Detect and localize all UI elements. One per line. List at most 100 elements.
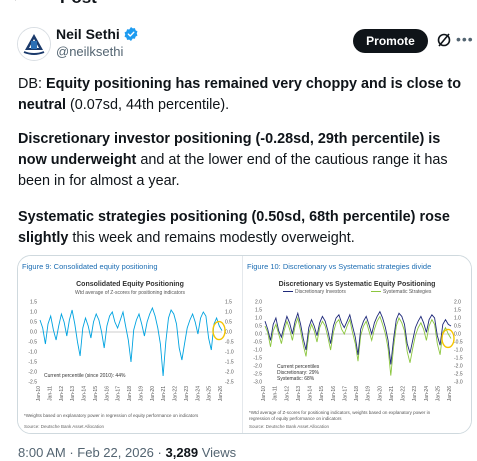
chart-title: Consolidated Equity Positioning <box>76 281 184 288</box>
x-tick-label: Jan-21 <box>161 386 167 402</box>
chart-annotation: Current percentile (since 2010): 44% <box>44 373 126 379</box>
meta-separator: · <box>69 445 74 460</box>
post-text: (0.07sd, 44th percentile). <box>65 97 230 113</box>
avatar-logo-icon <box>18 28 50 60</box>
y-tick-label-left: -1.5 <box>28 360 37 366</box>
series-line <box>39 306 223 377</box>
x-tick-label: Jan-20 <box>150 386 156 402</box>
post-paragraph-3: Systematic strategies positioning (0.50s… <box>18 207 463 249</box>
post-text: this week and remains modestly overweigh… <box>68 230 355 246</box>
post-date[interactable]: Feb 22, 2026 <box>77 445 154 460</box>
x-tick-label: Jan-12 <box>284 386 290 402</box>
figure-label: Figure 9: Consolidated equity positionin… <box>22 262 158 271</box>
x-tick-label: Jan-10 <box>261 386 267 402</box>
chart-title: Discretionary vs Systematic Equity Posit… <box>278 281 436 288</box>
y-tick-label-left: 0.5 <box>30 320 37 326</box>
y-tick-label-right: -2.5 <box>454 372 463 378</box>
x-tick-label: Jan-14 <box>82 386 88 402</box>
x-tick-label: Jan-18 <box>354 386 360 402</box>
chart-source: Source: Deutsche Bank Asset Allocation <box>24 424 105 429</box>
y-tick-label-left: -1.0 <box>253 348 262 354</box>
y-tick-label-right: 1.0 <box>454 316 461 322</box>
chart-figure-10[interactable]: Figure 10: Discretionary vs Systematic s… <box>243 256 471 433</box>
y-tick-label-right: -2.0 <box>454 364 463 370</box>
x-tick-label: Jan-11 <box>273 386 279 401</box>
y-tick-label-right: -3.0 <box>454 380 463 386</box>
author-name-row: Neil Sethi <box>56 26 139 42</box>
figure-label: Figure 10: Discretionary vs Systematic s… <box>247 262 432 271</box>
x-tick-label: Jan-11 <box>47 386 53 401</box>
y-tick-label-right: -0.5 <box>454 340 463 346</box>
post-media[interactable]: Figure 9: Consolidated equity positionin… <box>17 255 472 434</box>
x-tick-label: Jan-16 <box>104 386 110 402</box>
y-tick-label-left: 1.0 <box>30 310 37 316</box>
x-tick-label: Jan-22 <box>401 386 407 402</box>
x-tick-label: Jan-19 <box>366 386 372 402</box>
x-tick-label: Jan-13 <box>70 386 76 402</box>
chart-plot: 1.5 1.5 1.0 1.0 0.5 0.5 0.0 0.0 -0.5 -0.5 -1.0 -1.0… <box>28 300 234 402</box>
x-tick-label: Jan-26 <box>218 386 224 402</box>
x-tick-label: Jan-18 <box>127 386 133 402</box>
y-tick-label-right: 0.0 <box>225 330 232 336</box>
highlight-circle <box>441 328 455 349</box>
y-tick-label-left: -2.0 <box>253 364 262 370</box>
post-paragraph-2: Discretionary investor positioning (-0.2… <box>18 129 463 192</box>
y-tick-label-right: 2.0 <box>454 300 461 306</box>
x-tick-label: Jan-26 <box>447 386 453 402</box>
x-tick-label: Jan-25 <box>435 386 441 402</box>
x-tick-label: Jan-17 <box>116 386 122 402</box>
avatar[interactable] <box>17 27 51 61</box>
chart-plot: 2.0 2.0 1.5 1.5 1.0 1.0 0.5 0.5 0.0 0.0 -0.5 -0.5 -1… <box>253 300 463 402</box>
chart-figure-9[interactable]: Figure 9: Consolidated equity positionin… <box>18 256 243 433</box>
author-handle[interactable]: @neilksethi <box>56 44 123 59</box>
x-tick-label: Jan-21 <box>389 386 395 402</box>
views-label: Views <box>201 445 237 460</box>
y-tick-label-left: -0.5 <box>253 340 262 346</box>
y-tick-label-left: -2.0 <box>28 370 37 376</box>
post-time[interactable]: 8:00 AM <box>18 445 66 460</box>
post-paragraph-1: DB: Equity positioning has remained very… <box>18 74 463 116</box>
x-tick-label: Jan-12 <box>59 386 65 402</box>
more-options-icon[interactable]: ••• <box>456 31 474 47</box>
y-tick-label-right: 1.5 <box>454 308 461 314</box>
y-tick-label-left: -0.5 <box>28 340 37 346</box>
chart-annotation-line: Systematic: 68% <box>277 376 315 382</box>
x-tick-label: Jan-17 <box>342 386 348 402</box>
x-tick-label: Jan-14 <box>308 386 314 402</box>
views-count: 3,289 <box>165 445 199 460</box>
verified-badge-icon <box>124 27 138 41</box>
x-tick-label: Jan-16 <box>331 386 337 402</box>
post-meta: 8:00 AM · Feb 22, 2026 · 3,289 Views <box>18 445 236 460</box>
back-arrow-icon[interactable]: ← <box>10 0 26 6</box>
promote-button[interactable]: Promote <box>353 29 428 53</box>
y-tick-label-left: 2.0 <box>255 300 262 306</box>
y-tick-label-right: -1.0 <box>454 348 463 354</box>
post-text: DB: <box>18 76 46 92</box>
chart-source: Source: Deutsche Bank Asset Allocation <box>249 424 330 429</box>
chart-footnote: *Weights based on explanatory power in r… <box>24 413 199 418</box>
x-tick-label: Jan-15 <box>319 386 325 402</box>
y-tick-label-left: 0.0 <box>255 332 262 338</box>
grok-icon[interactable] <box>436 32 452 48</box>
meta-separator: · <box>157 445 162 460</box>
y-tick-label-right: -1.5 <box>454 356 463 362</box>
y-tick-label-left: 0.5 <box>255 324 262 330</box>
y-tick-label-right: 1.5 <box>225 300 232 306</box>
y-tick-label-left: 1.5 <box>255 308 262 314</box>
y-tick-label-right: 0.5 <box>454 324 461 330</box>
y-tick-label-right: 0.0 <box>454 332 461 338</box>
x-tick-label: Jan-22 <box>173 386 179 402</box>
y-tick-label-right: -1.5 <box>225 360 234 366</box>
author-name[interactable]: Neil Sethi <box>56 26 120 42</box>
chart-footnote: *Wtd average of Z-scores for positioning… <box>249 410 431 421</box>
y-tick-label-right: -0.5 <box>225 340 234 346</box>
y-tick-label-left: 1.0 <box>255 316 262 322</box>
x-tick-label: Jan-24 <box>195 386 201 402</box>
y-tick-label-right: 0.5 <box>225 320 232 326</box>
page-title: Post <box>60 0 97 8</box>
y-tick-label-left: -1.5 <box>253 356 262 362</box>
x-tick-label: Jan-19 <box>138 386 144 402</box>
x-tick-label: Jan-10 <box>36 386 42 402</box>
x-tick-label: Jan-13 <box>296 386 302 402</box>
y-tick-label-left: 1.5 <box>30 300 37 306</box>
